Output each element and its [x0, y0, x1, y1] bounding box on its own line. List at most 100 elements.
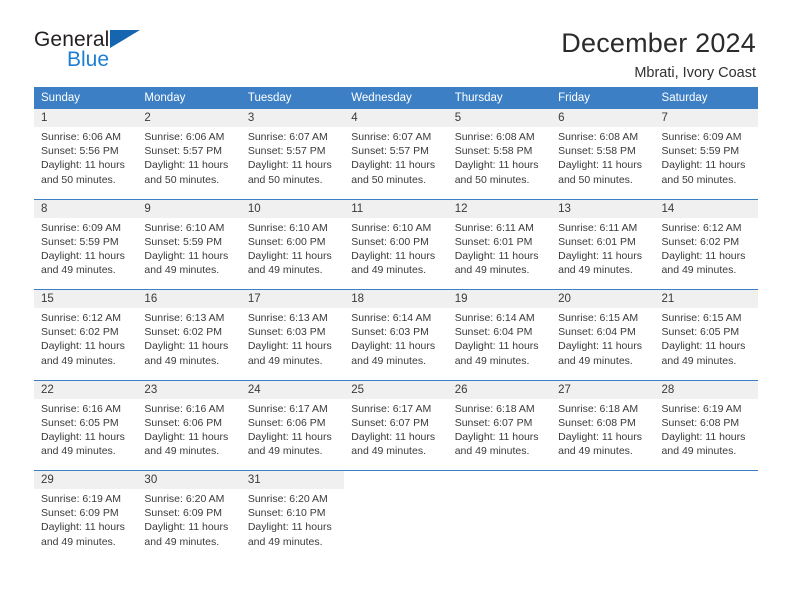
weekday-header-friday: Friday [551, 87, 655, 109]
week-4-daynum-row: 22 23 24 25 26 27 28 [34, 379, 758, 399]
sunrise-text: Sunrise: 6:20 AM [247, 493, 328, 505]
day-number: 19 [447, 289, 552, 308]
day-cell[interactable]: Sunrise: 6:14 AM Sunset: 6:04 PM Dayligh… [447, 308, 552, 380]
sunrise-text: Sunrise: 6:08 AM [558, 131, 639, 143]
calendar-table: Sunday Monday Tuesday Wednesday Thursday… [34, 87, 758, 561]
daylight-text-line2: and 49 minutes. [41, 535, 116, 548]
day-cell[interactable]: Sunrise: 6:15 AM Sunset: 6:05 PM Dayligh… [654, 308, 758, 380]
day-cell[interactable]: Sunrise: 6:09 AM Sunset: 5:59 PM Dayligh… [654, 127, 758, 199]
day-cell[interactable]: Sunrise: 6:17 AM Sunset: 6:06 PM Dayligh… [240, 398, 345, 471]
day-cell[interactable]: Sunrise: 6:18 AM Sunset: 6:08 PM Dayligh… [551, 398, 655, 471]
day-number: 16 [137, 289, 241, 308]
day-cell[interactable]: Sunrise: 6:20 AM Sunset: 6:10 PM Dayligh… [240, 489, 345, 561]
daylight-text-line1: Daylight: 11 hours [247, 249, 332, 262]
day-cell[interactable]: Sunrise: 6:20 AM Sunset: 6:09 PM Dayligh… [137, 489, 241, 561]
daylight-text-line2: and 49 minutes. [41, 264, 116, 277]
day-cell[interactable]: Sunrise: 6:11 AM Sunset: 6:01 PM Dayligh… [551, 217, 655, 290]
sunset-text: Sunset: 5:58 PM [454, 145, 533, 158]
day-cell[interactable]: Sunrise: 6:12 AM Sunset: 6:02 PM Dayligh… [34, 308, 138, 380]
day-cell[interactable]: Sunrise: 6:10 AM Sunset: 6:00 PM Dayligh… [344, 217, 448, 290]
daylight-text-line1: Daylight: 11 hours [454, 159, 539, 172]
week-4-info-row: Sunrise: 6:16 AM Sunset: 6:05 PM Dayligh… [34, 398, 758, 471]
sunset-text: Sunset: 6:06 PM [247, 416, 326, 429]
triangle-icon [110, 30, 141, 48]
daylight-text-line1: Daylight: 11 hours [41, 340, 125, 353]
day-number-empty [551, 470, 655, 489]
sunrise-text: Sunrise: 6:12 AM [661, 221, 742, 234]
day-cell[interactable]: Sunrise: 6:09 AM Sunset: 5:59 PM Dayligh… [34, 217, 138, 290]
day-number: 29 [34, 470, 138, 489]
sunset-text: Sunset: 6:03 PM [351, 326, 429, 339]
sunrise-text: Sunrise: 6:07 AM [351, 131, 432, 143]
sunset-text: Sunset: 6:07 PM [454, 416, 533, 429]
day-number: 3 [240, 109, 345, 127]
day-cell[interactable]: Sunrise: 6:12 AM Sunset: 6:02 PM Dayligh… [654, 217, 758, 290]
day-cell[interactable]: Sunrise: 6:15 AM Sunset: 6:04 PM Dayligh… [551, 308, 655, 380]
day-cell[interactable]: Sunrise: 6:16 AM Sunset: 6:05 PM Dayligh… [34, 398, 138, 471]
day-cell[interactable]: Sunrise: 6:06 AM Sunset: 5:56 PM Dayligh… [34, 127, 138, 199]
sunrise-text: Sunrise: 6:17 AM [247, 402, 328, 415]
day-cell[interactable]: Sunrise: 6:07 AM Sunset: 5:57 PM Dayligh… [240, 127, 345, 199]
week-3-daynum-row: 15 16 17 18 19 20 21 [34, 289, 758, 308]
day-cell[interactable]: Sunrise: 6:17 AM Sunset: 6:07 PM Dayligh… [344, 398, 448, 471]
day-cell[interactable]: Sunrise: 6:14 AM Sunset: 6:03 PM Dayligh… [344, 308, 448, 380]
daylight-text-line1: Daylight: 11 hours [454, 249, 539, 262]
day-cell[interactable]: Sunrise: 6:10 AM Sunset: 5:59 PM Dayligh… [137, 217, 241, 290]
general-blue-logo: General Blue [34, 28, 141, 71]
day-cell[interactable]: Sunrise: 6:11 AM Sunset: 6:01 PM Dayligh… [447, 217, 552, 290]
sunset-text: Sunset: 5:59 PM [144, 235, 223, 248]
daylight-text-line1: Daylight: 11 hours [41, 430, 125, 443]
week-3-info-row: Sunrise: 6:12 AM Sunset: 6:02 PM Dayligh… [34, 308, 758, 380]
day-number: 12 [447, 198, 552, 218]
daylight-text-line1: Daylight: 11 hours [41, 521, 125, 534]
day-cell[interactable]: Sunrise: 6:06 AM Sunset: 5:57 PM Dayligh… [137, 127, 241, 199]
daylight-text-line1: Daylight: 11 hours [661, 340, 746, 353]
day-number: 31 [240, 470, 345, 489]
day-cell-empty [447, 489, 552, 561]
daylight-text-line2: and 50 minutes. [41, 173, 116, 186]
sunset-text: Sunset: 6:00 PM [247, 235, 326, 248]
sunset-text: Sunset: 5:58 PM [558, 145, 636, 158]
sunrise-text: Sunrise: 6:16 AM [41, 402, 121, 415]
daylight-text-line2: and 49 minutes. [41, 354, 116, 367]
day-number: 23 [137, 379, 241, 399]
day-cell[interactable]: Sunrise: 6:10 AM Sunset: 6:00 PM Dayligh… [240, 217, 345, 290]
sunrise-text: Sunrise: 6:15 AM [558, 312, 639, 324]
daylight-text-line1: Daylight: 11 hours [558, 159, 642, 172]
sunrise-text: Sunrise: 6:08 AM [454, 131, 535, 143]
sunrise-text: Sunrise: 6:16 AM [144, 402, 225, 415]
daylight-text-line2: and 49 minutes. [558, 445, 633, 458]
day-cell[interactable]: Sunrise: 6:07 AM Sunset: 5:57 PM Dayligh… [344, 127, 448, 199]
day-cell[interactable]: Sunrise: 6:16 AM Sunset: 6:06 PM Dayligh… [137, 398, 241, 471]
sunrise-text: Sunrise: 6:09 AM [41, 221, 121, 234]
sunrise-text: Sunrise: 6:14 AM [454, 312, 535, 324]
daylight-text-line1: Daylight: 11 hours [351, 159, 436, 172]
day-number-empty [344, 470, 448, 489]
calendar-page: General Blue December 2024 Mbrati, Ivory… [0, 0, 792, 612]
sunset-text: Sunset: 6:02 PM [144, 326, 223, 339]
sunset-text: Sunset: 6:09 PM [144, 507, 223, 520]
weekday-header-row: Sunday Monday Tuesday Wednesday Thursday… [34, 87, 758, 109]
sunset-text: Sunset: 5:56 PM [41, 145, 119, 158]
sunset-text: Sunset: 6:08 PM [661, 416, 740, 429]
daylight-text-line2: and 49 minutes. [247, 354, 323, 367]
day-cell[interactable]: Sunrise: 6:19 AM Sunset: 6:08 PM Dayligh… [654, 398, 758, 471]
day-cell[interactable]: Sunrise: 6:18 AM Sunset: 6:07 PM Dayligh… [447, 398, 552, 471]
sunrise-text: Sunrise: 6:17 AM [351, 402, 432, 415]
day-number: 6 [551, 109, 655, 127]
weekday-header-thursday: Thursday [447, 87, 552, 109]
day-number: 21 [654, 289, 758, 308]
weekday-header-tuesday: Tuesday [240, 87, 345, 109]
day-cell[interactable]: Sunrise: 6:08 AM Sunset: 5:58 PM Dayligh… [447, 127, 552, 199]
sunset-text: Sunset: 5:57 PM [351, 145, 429, 158]
day-cell[interactable]: Sunrise: 6:13 AM Sunset: 6:02 PM Dayligh… [137, 308, 241, 380]
day-cell[interactable]: Sunrise: 6:08 AM Sunset: 5:58 PM Dayligh… [551, 127, 655, 199]
day-cell[interactable]: Sunrise: 6:13 AM Sunset: 6:03 PM Dayligh… [240, 308, 345, 380]
daylight-text-line2: and 50 minutes. [558, 173, 633, 186]
day-cell-empty [654, 489, 758, 561]
day-number: 20 [551, 289, 655, 308]
daylight-text-line2: and 49 minutes. [558, 354, 633, 367]
daylight-text-line1: Daylight: 11 hours [144, 430, 229, 443]
day-number: 8 [34, 198, 138, 218]
day-cell[interactable]: Sunrise: 6:19 AM Sunset: 6:09 PM Dayligh… [34, 489, 138, 561]
